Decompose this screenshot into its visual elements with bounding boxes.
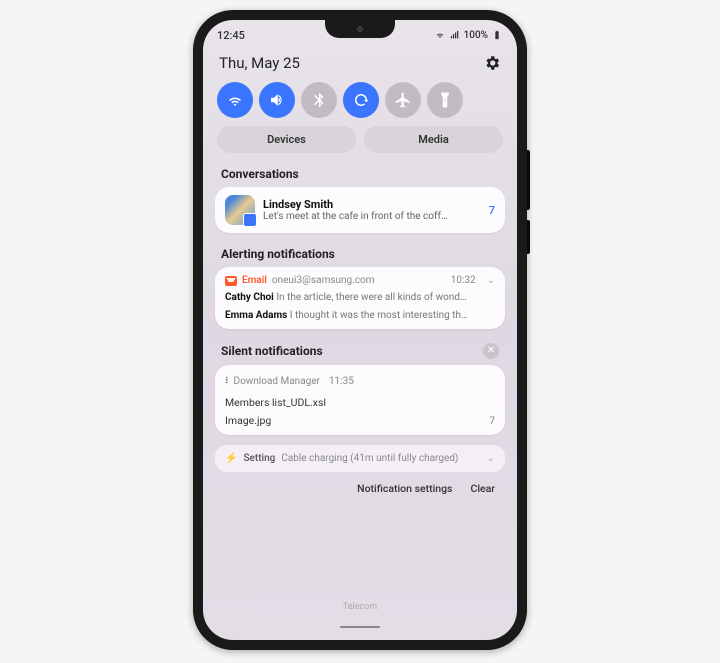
qs-rotate-toggle[interactable] [343,82,379,118]
devices-button[interactable]: Devices [217,126,356,153]
charging-text: Cable charging (41m until fully charged) [281,453,458,464]
conversations-heading: Conversations [203,163,517,187]
flashlight-icon [436,91,454,109]
notif-time: 11:35 [329,376,354,387]
home-indicator[interactable] [340,626,380,628]
account-label: oneui3@samsung.com [272,275,375,286]
message-preview: Let's meet at the cafe in front of the c… [263,211,477,222]
media-button[interactable]: Media [364,126,503,153]
file-name: Image.jpg [225,414,271,427]
app-name: Email [242,275,267,286]
airplane-icon [394,91,412,109]
sender-name: Cathy Choi [225,292,274,303]
screen: 12:45 100% Thu, May 25 Devices Media Con… [203,20,517,640]
email-notification-card[interactable]: Email oneui3@samsung.com 10:32 ⌄ Cathy C… [215,267,505,329]
email-item: Cathy Choi In the article, there were al… [215,290,505,308]
download-header: ⭳ Download Manager 11:35 [215,365,505,394]
silent-heading: Silent notifications [221,344,323,358]
unread-count: 7 [485,204,495,217]
sender-name: Emma Adams [225,310,287,321]
chevron-down-icon[interactable]: ⌄ [487,275,495,286]
contact-avatar [225,195,255,225]
wifi-icon [226,91,244,109]
phone-frame: 12:45 100% Thu, May 25 Devices Media Con… [193,10,527,650]
current-date: Thu, May 25 [219,54,300,72]
volume-button [527,150,530,210]
front-camera [357,26,363,32]
email-icon [225,276,237,286]
silent-heading-row: Silent notifications ✕ [203,339,517,365]
carrier-label: Telecom [203,602,517,612]
email-preview: In the article, there were all kinds of … [276,292,466,303]
file-count: 7 [489,414,495,427]
app-name: Download Manager [234,376,320,387]
sound-icon [268,91,286,109]
chevron-down-icon[interactable]: ⌄ [487,453,495,464]
bluetooth-icon [310,91,328,109]
signal-icon [449,30,461,40]
conversation-text: Lindsey Smith Let's meet at the cafe in … [263,198,477,222]
qs-airplane-toggle[interactable] [385,82,421,118]
qs-flashlight-toggle[interactable] [427,82,463,118]
battery-percent: 100% [464,30,488,41]
dismiss-silent-icon[interactable]: ✕ [483,343,499,359]
wifi-icon [434,30,446,40]
footer-actions: Notification settings Clear [203,480,517,497]
email-item: Emma Adams I thought it was the most int… [215,308,505,329]
qs-sound-toggle[interactable] [259,82,295,118]
rotate-icon [352,91,370,109]
email-notif-header: Email oneui3@samsung.com 10:32 ⌄ [215,267,505,290]
notif-time: 10:32 [451,275,476,286]
status-time: 12:45 [217,29,245,42]
battery-icon [491,30,503,40]
quick-settings-row [203,78,517,126]
alerting-heading: Alerting notifications [203,243,517,267]
app-name: Setting [243,453,275,464]
power-button [527,220,530,254]
qs-wifi-toggle[interactable] [217,82,253,118]
quick-buttons-row: Devices Media [203,126,517,163]
file-row: Image.jpg 7 [215,412,505,435]
status-icons: 100% [434,30,503,41]
file-name: Members list_UDL.xsl [225,396,326,409]
notification-settings-link[interactable]: Notification settings [357,482,452,495]
download-notification-card[interactable]: ⭳ Download Manager 11:35 Members list_UD… [215,365,505,435]
download-icon: ⭳ [225,373,229,390]
panel-header: Thu, May 25 [203,44,517,78]
bolt-icon: ⚡ [225,453,237,464]
clear-all-link[interactable]: Clear [470,482,495,495]
contact-name: Lindsey Smith [263,198,477,211]
display-notch [325,20,395,38]
qs-bluetooth-toggle[interactable] [301,82,337,118]
charging-notification[interactable]: ⚡ Setting Cable charging (41m until full… [215,445,505,472]
conversation-card[interactable]: Lindsey Smith Let's meet at the cafe in … [215,187,505,233]
settings-gear-icon[interactable] [483,54,501,72]
file-row: Members list_UDL.xsl [215,394,505,412]
email-preview: I thought it was the most interesting th… [290,310,468,321]
